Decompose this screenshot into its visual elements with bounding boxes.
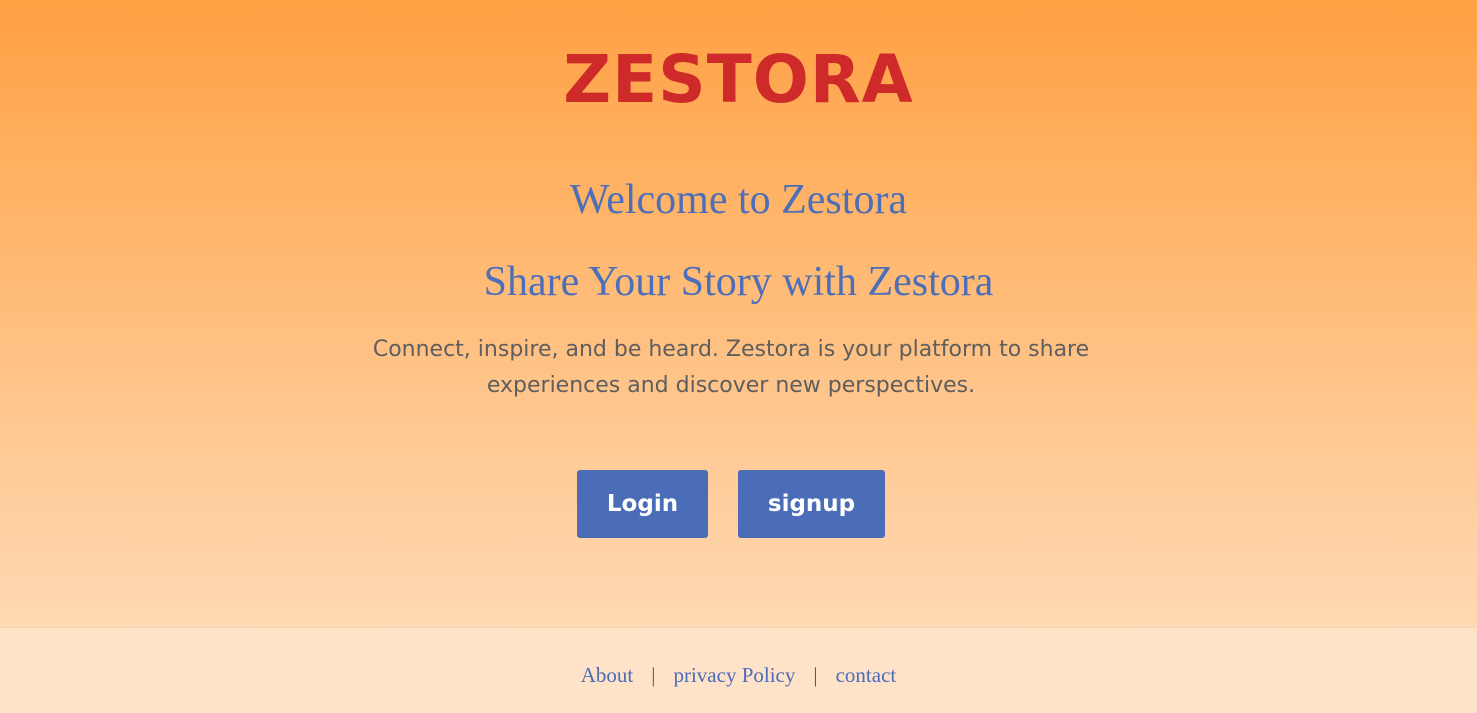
footer-separator: |	[813, 663, 818, 687]
brand-logo: ZESTORA	[563, 41, 914, 118]
hero-description: Connect, inspire, and be heard. Zestora …	[372, 337, 1090, 398]
signup-button[interactable]: signup	[738, 470, 885, 538]
welcome-heading: Welcome to Zestora	[569, 177, 908, 223]
footer-link-privacy-policy[interactable]: privacy Policy	[673, 663, 795, 687]
footer-links: About | privacy Policy | contact	[0, 662, 1477, 688]
tagline-heading: Share Your Story with Zestora	[483, 259, 994, 305]
footer-separator: |	[651, 663, 656, 687]
hero-section: ZESTORA Welcome to Zestora Share Your St…	[0, 0, 1477, 627]
footer: About | privacy Policy | contact	[0, 627, 1477, 713]
footer-link-contact[interactable]: contact	[836, 663, 897, 687]
footer-link-about[interactable]: About	[581, 663, 634, 687]
login-button[interactable]: Login	[577, 470, 708, 538]
